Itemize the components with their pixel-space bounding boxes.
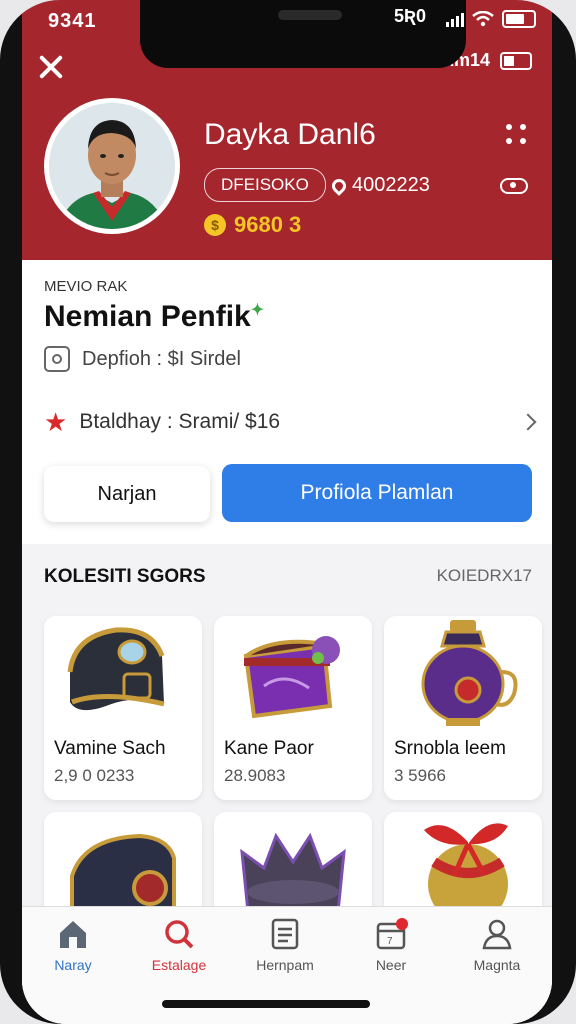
primary-button[interactable]: Profiola Plamlan <box>222 464 532 522</box>
document-icon <box>271 918 299 950</box>
rank-title-text: Nemian Penfik <box>44 300 251 333</box>
bracer-icon <box>67 627 165 711</box>
location-value: 4002223 <box>352 174 430 196</box>
item-name: Srnobla leem <box>394 738 506 759</box>
calendar-icon: 7 <box>376 918 408 950</box>
close-button[interactable] <box>36 52 66 82</box>
collection-count[interactable]: KOIEDRX17 <box>437 566 532 586</box>
tab-label: Naray <box>54 957 92 973</box>
tab-calendar[interactable]: 7 Neer <box>346 917 436 973</box>
vase-icon <box>421 620 518 726</box>
item-price: 2,9 0 0233 <box>54 766 135 785</box>
tab-label: Hernpam <box>256 957 314 973</box>
collection-title: KOLESITI SGORS <box>44 566 206 587</box>
item-name: Vamine Sach <box>54 738 166 759</box>
speaker-grille <box>278 10 342 20</box>
collection-card[interactable]: Vamine Sach 2,9 0 0233 <box>44 616 202 800</box>
svg-text:7: 7 <box>387 936 393 947</box>
rank-section: MEVIO RAK Nemian Penfik✦ Depfioh : $I Si… <box>22 260 552 544</box>
user-icon <box>482 919 512 950</box>
rank-title: Nemian Penfik✦ <box>44 300 264 334</box>
tab-label: Magnta <box>473 957 521 973</box>
profile-name: Dayka Danl6 <box>204 118 376 151</box>
secondary-button[interactable]: Narjan <box>44 466 210 522</box>
device-notch: 5Ʀ0 <box>140 0 466 68</box>
item-name: Kane Paor <box>224 738 314 759</box>
deposit-icon <box>44 346 70 372</box>
status-icons <box>446 10 536 28</box>
home-icon <box>60 921 86 948</box>
tab-home[interactable]: Naray <box>28 917 118 973</box>
chevron-right-icon <box>519 413 537 431</box>
status-time: 9341 <box>48 10 97 32</box>
coin-balance: $ 9680 3 <box>204 212 301 238</box>
deposit-row: Depfioh : $I Sirdel <box>44 346 241 372</box>
tab-search[interactable]: Estalage <box>134 917 224 973</box>
avatar[interactable] <box>44 98 180 234</box>
coin-icon: $ <box>204 214 226 236</box>
gift-ornament-icon <box>424 823 508 912</box>
collection-card[interactable]: Kane Paor 28.9083 <box>214 616 372 800</box>
item-price: 28.9083 <box>224 766 286 785</box>
sparkle-icon: ✦ <box>250 302 265 319</box>
wifi-icon <box>472 11 494 27</box>
visibility-icon[interactable] <box>500 178 528 194</box>
signal-icon <box>446 11 464 27</box>
more-options-icon[interactable] <box>506 124 528 146</box>
notch-time: 5Ʀ0 <box>393 6 426 26</box>
tab-label: Neer <box>375 957 407 973</box>
deposit-text: Depfioh : $I Sirdel <box>82 347 241 370</box>
armguard-icon <box>70 833 176 912</box>
location-pin-icon <box>329 175 349 196</box>
birthday-row[interactable]: ★ Btaldhay : Srami/ $16 <box>44 402 537 442</box>
chest-icon <box>243 636 340 719</box>
battery-icon <box>502 10 536 28</box>
coin-value: 9680 3 <box>234 212 302 237</box>
profile-id-badge[interactable]: DFEISOKO <box>204 168 326 202</box>
star-icon: ★ <box>44 406 68 437</box>
tab-notes[interactable]: Hernpam <box>240 917 330 973</box>
home-indicator[interactable] <box>162 1000 370 1008</box>
collection-card[interactable]: Srnobla leem 3 5966 <box>384 616 542 800</box>
avatar-photo <box>49 103 175 229</box>
battery-small-icon <box>500 51 532 70</box>
item-price: 3 5966 <box>394 766 446 785</box>
app-screen: 9341 ilIAm14 Dayka Danl6 DFEISOKO 400222… <box>22 0 552 1024</box>
phone-frame: 9341 ilIAm14 Dayka Danl6 DFEISOKO 400222… <box>0 0 576 1024</box>
birthday-text: Btaldhay : Srami/ $16 <box>79 410 281 433</box>
search-icon <box>165 920 194 949</box>
rank-label: MEVIO RAK <box>44 278 128 295</box>
crown-icon <box>240 832 346 912</box>
location: 4002223 <box>329 174 430 197</box>
tab-profile[interactable]: Magnta <box>452 917 542 973</box>
tab-label: Estalage <box>151 957 207 973</box>
